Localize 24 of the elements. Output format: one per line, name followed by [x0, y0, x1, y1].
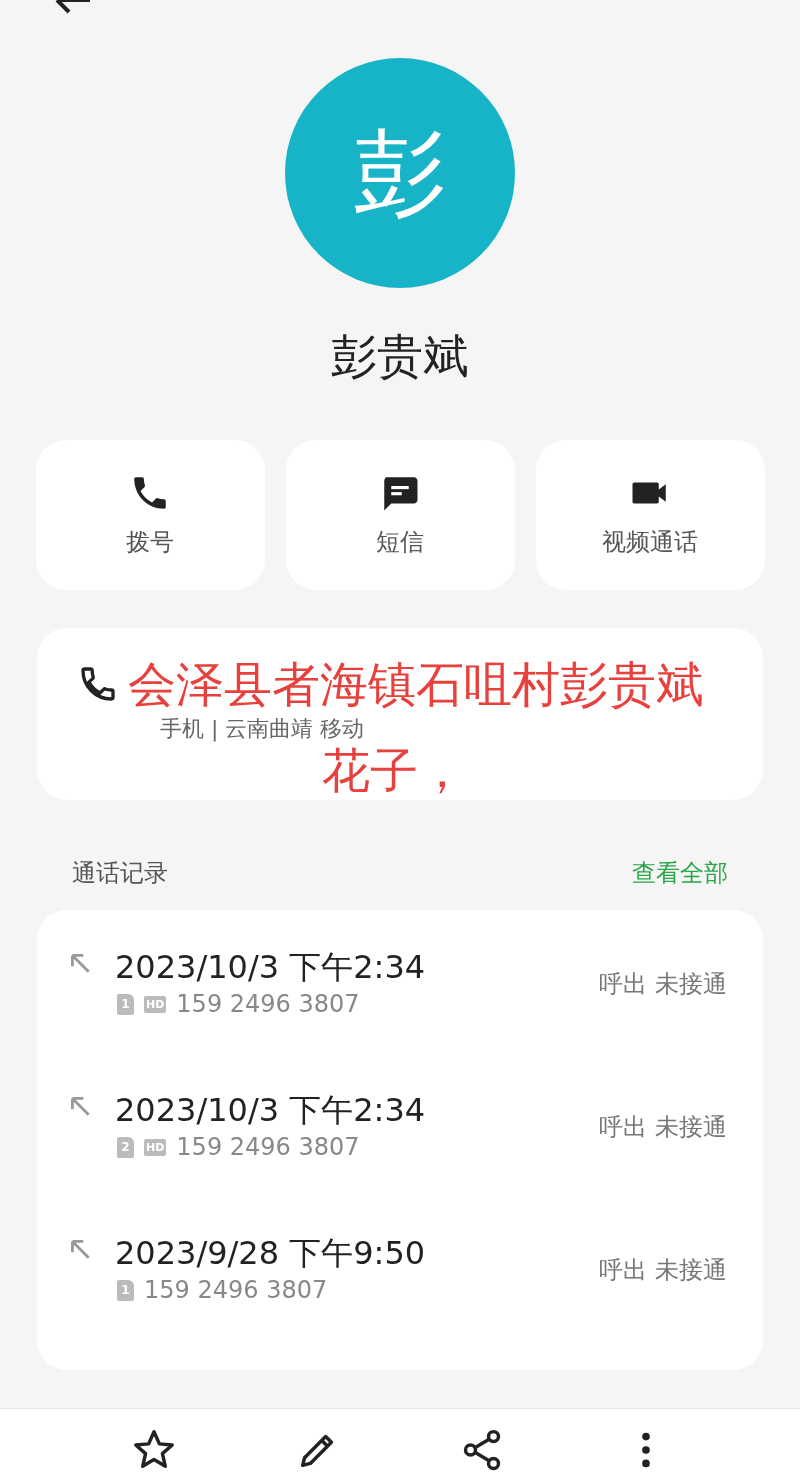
call-button[interactable]: 拨号 [35, 440, 265, 590]
contact-name: 彭贵斌 [331, 328, 469, 385]
call-number: 159 2496 3807 [144, 1276, 328, 1305]
call-status: 呼出 未接通 [599, 969, 727, 1000]
call-time: 2023/10/3 下午2:34 [115, 948, 427, 987]
section-title: 通话记录 [72, 857, 168, 889]
hd-badge: HD [144, 1138, 167, 1156]
annotation-text: 会泽县者海镇石咀村彭贵斌 [128, 660, 704, 708]
video-button[interactable]: 视频通话 [535, 440, 765, 590]
message-button[interactable]: 短信 [285, 440, 515, 590]
sim-badge: 2 [117, 1136, 134, 1158]
call-number: 159 2496 3807 [176, 990, 360, 1019]
call-status: 呼出 未接通 [599, 1112, 727, 1143]
call-number: 159 2496 3807 [176, 1133, 360, 1162]
phone-detail: 手机 | 云南曲靖 移动 [160, 716, 365, 742]
phone-icon [78, 664, 118, 704]
avatar: 彭 [285, 58, 515, 288]
call-time: 2023/9/28 下午9:50 [115, 1234, 427, 1273]
call-time: 2023/10/3 下午2:34 [115, 1091, 427, 1130]
sim-badge: 1 [117, 993, 134, 1015]
annotation-text: 花子， [322, 746, 466, 794]
hd-badge: HD [144, 995, 167, 1013]
call-status: 呼出 未接通 [599, 1255, 727, 1286]
sim-badge: 1 [117, 1279, 134, 1301]
